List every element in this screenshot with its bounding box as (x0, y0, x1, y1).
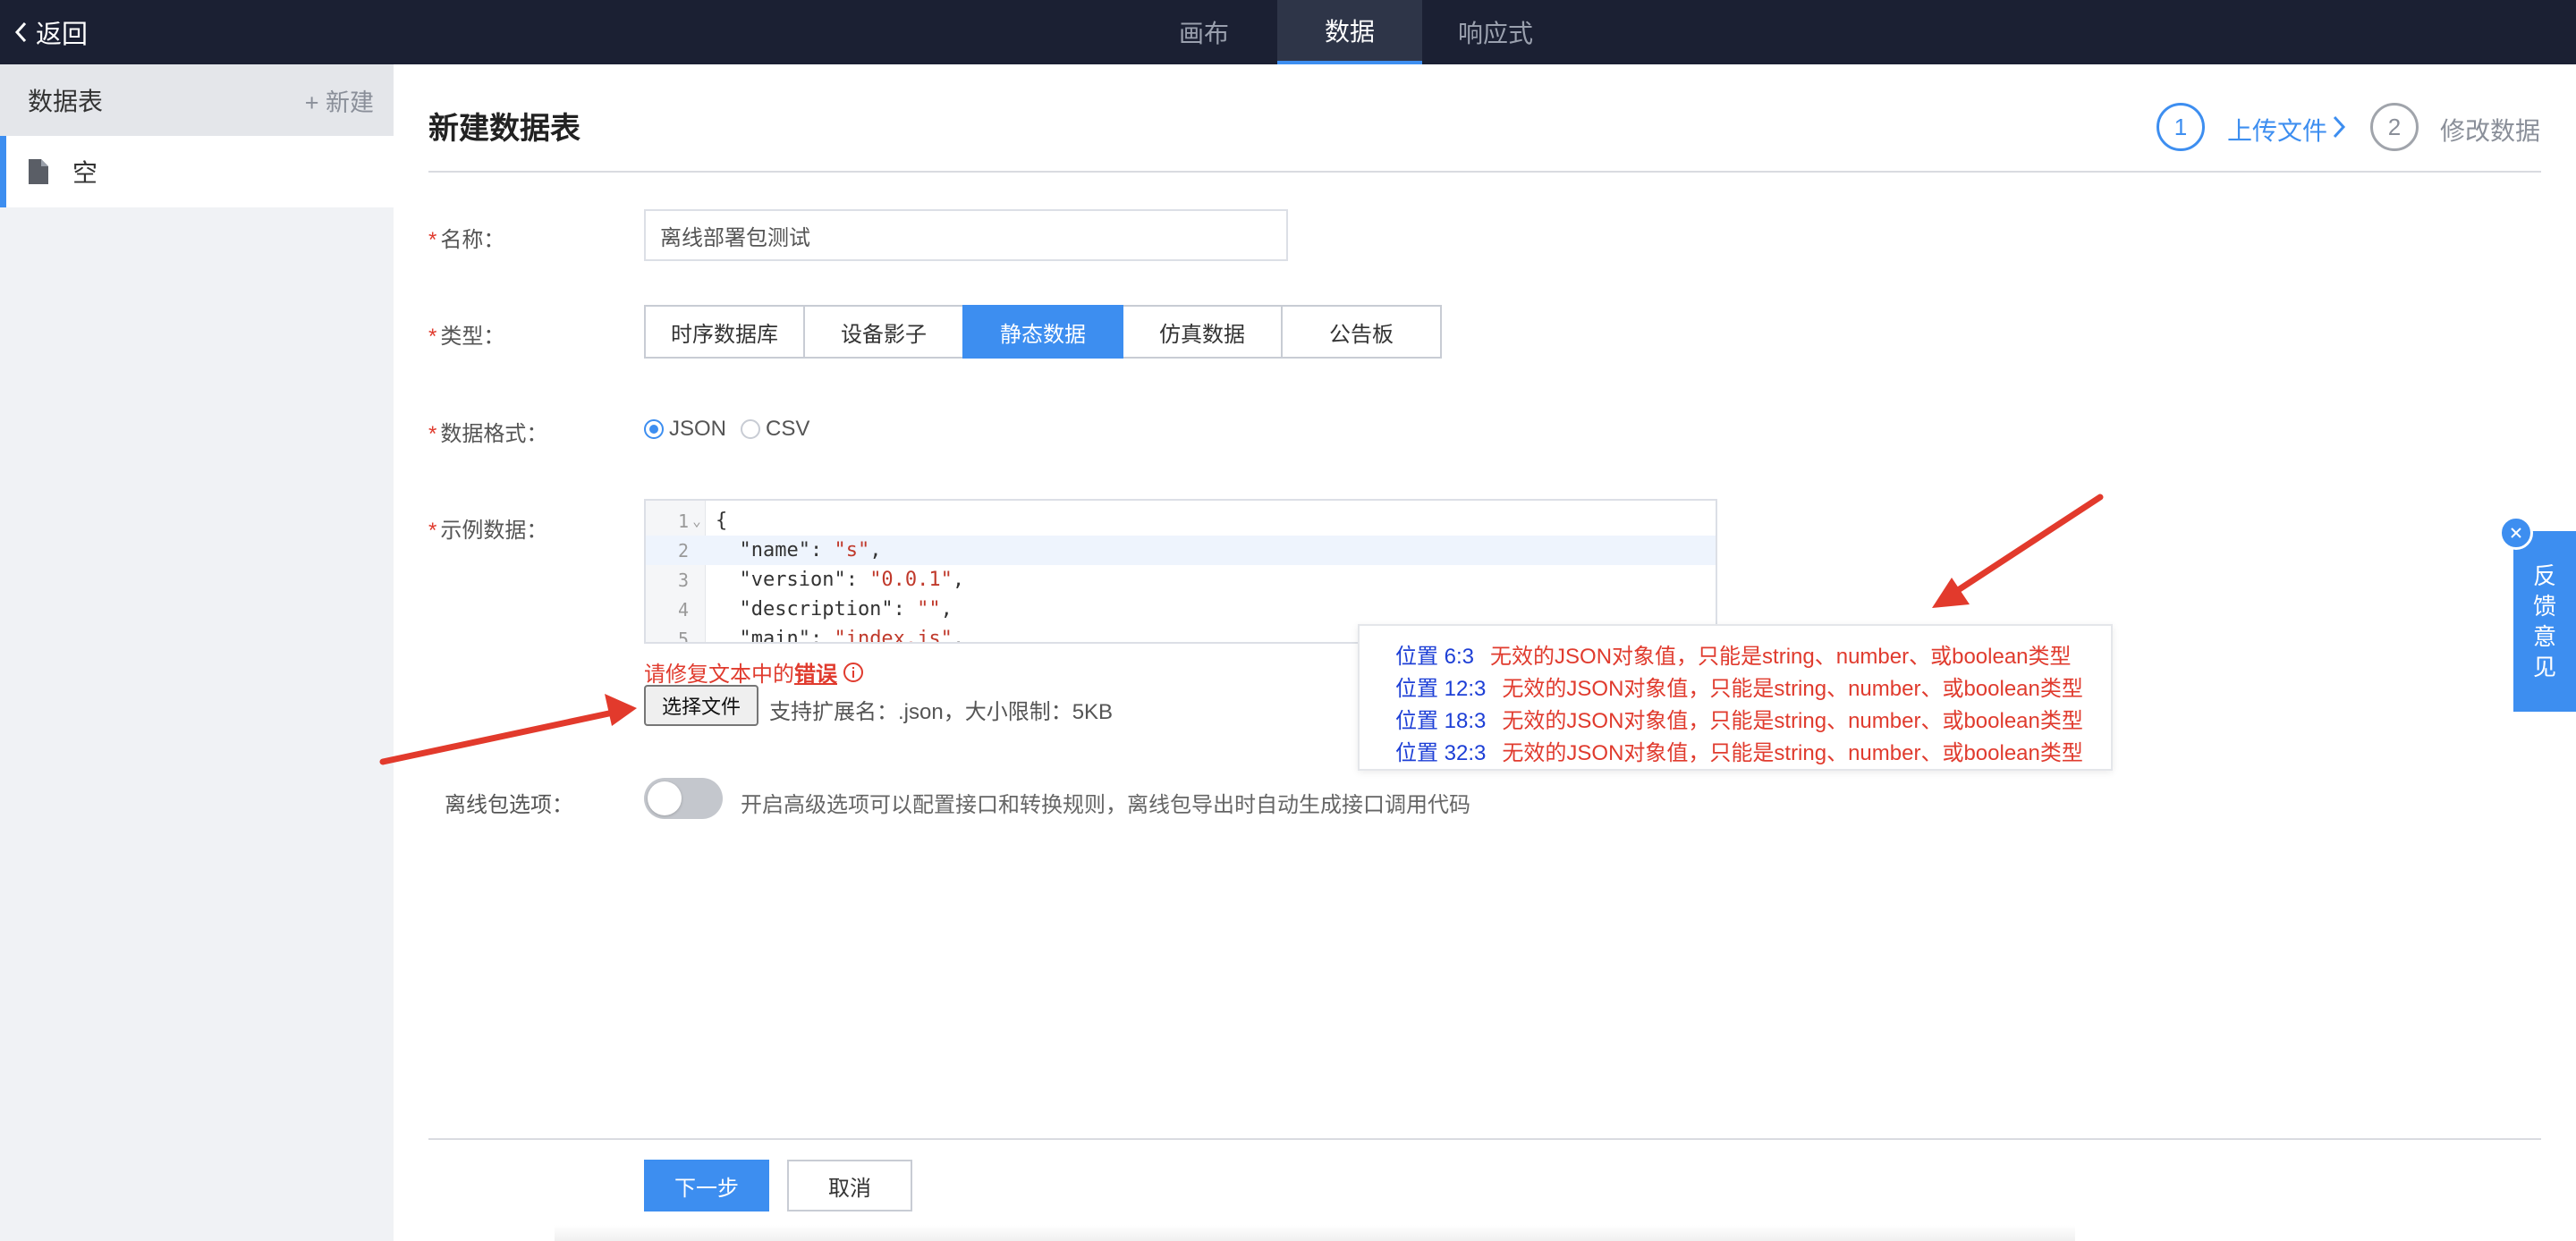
format-label: * 数据格式： (428, 422, 548, 446)
annotation-arrow-left (379, 694, 637, 765)
feedback-label: 反馈意见 (2533, 562, 2557, 680)
error-prefix: 请修复文本中的 (644, 663, 794, 687)
code-line: 4 "description": "", (677, 598, 953, 620)
type-option-simulation[interactable]: 仿真数据 (1122, 305, 1283, 359)
error-list-popup: 位置 6:3 无效的JSON对象值，只能是string、number、或boole… (1358, 624, 2113, 771)
fold-icon: ⌄ (692, 512, 701, 529)
close-icon (2511, 528, 2521, 538)
sidebar-item-empty[interactable]: 空 (0, 136, 394, 207)
type-label: * 类型： (428, 325, 505, 349)
feedback-close-button[interactable] (2499, 516, 2533, 550)
back-button[interactable]: 返回 (13, 0, 88, 64)
format-radio-csv[interactable]: CSV (741, 417, 809, 442)
info-icon (843, 662, 863, 682)
top-bar: 返回 画布 数据 响应式 (0, 0, 2576, 64)
name-label: * 名称： (428, 228, 505, 252)
error-link[interactable]: 错误 (794, 656, 837, 688)
toggle-knob (648, 781, 682, 815)
error-message: 请修复文本中的 错误 (644, 656, 864, 688)
chevron-right-icon (2333, 115, 2346, 139)
back-label: 返回 (36, 21, 89, 49)
next-button[interactable]: 下一步 (644, 1160, 769, 1211)
file-hint: 支持扩展名：.json，大小限制：5KB (769, 700, 1114, 724)
file-icon (29, 159, 48, 184)
format-json-label: JSON (669, 417, 727, 441)
sample-label: * 示例数据： (428, 519, 548, 543)
sample-data-editor[interactable]: 1 ⌄ { 2 "name": "s", 3 "version": "0.0.1"… (644, 499, 1717, 644)
radio-checked-icon (644, 419, 664, 439)
sidebar-title: 数据表 (28, 88, 104, 115)
format-radio-json[interactable]: JSON (644, 417, 726, 442)
code-line: 3 "version": "0.0.1", (677, 569, 965, 591)
sidebar-item-label: 空 (72, 159, 98, 187)
type-option-static[interactable]: 静态数据 (962, 305, 1123, 359)
offline-toggle[interactable] (644, 778, 723, 819)
type-option-bulletin[interactable]: 公告板 (1281, 305, 1442, 359)
step-2-number: 2 (2370, 103, 2419, 151)
radio-unchecked-icon (741, 419, 760, 439)
new-table-button[interactable]: + 新建 (305, 64, 374, 136)
offline-hint: 开启高级选项可以配置接口和转换规则，离线包导出时自动生成接口调用代码 (741, 793, 1470, 817)
title-divider (428, 171, 2541, 173)
sidebar: 数据表 + 新建 空 (0, 64, 394, 1241)
format-csv-label: CSV (766, 417, 810, 441)
step-1-number: 1 (2157, 103, 2205, 151)
code-line: 1 ⌄ { (677, 510, 728, 532)
tab-canvas[interactable]: 画布 (1131, 0, 1276, 64)
step-2-label: 修改数据 (2440, 117, 2541, 145)
choose-file-button[interactable]: 选择文件 (644, 685, 758, 726)
annotation-arrow-right (1932, 494, 2104, 608)
type-option-timeseries[interactable]: 时序数据库 (644, 305, 805, 359)
tab-data[interactable]: 数据 (1277, 0, 1422, 64)
bottom-shadow (555, 1225, 2075, 1241)
offline-label: 离线包选项： (445, 793, 573, 817)
name-input[interactable] (644, 209, 1288, 261)
page-title: 新建数据表 (428, 112, 580, 146)
step-1-label: 上传文件 (2227, 117, 2328, 145)
code-line: 2 "name": "s", (646, 536, 1716, 565)
error-row: 位置 32:3 无效的JSON对象值，只能是string、number、或bool… (1395, 741, 2083, 765)
tab-responsive[interactable]: 响应式 (1423, 0, 1568, 64)
error-row: 位置 6:3 无效的JSON对象值，只能是string、number、或boole… (1395, 645, 2072, 669)
type-selector: 时序数据库 设备影子 静态数据 仿真数据 公告板 (644, 305, 1442, 359)
chevron-left-icon (14, 21, 27, 43)
type-option-device-shadow[interactable]: 设备影子 (803, 305, 964, 359)
feedback-button[interactable]: 反馈意见 (2513, 531, 2576, 712)
cancel-button[interactable]: 取消 (787, 1160, 912, 1211)
error-row: 位置 18:3 无效的JSON对象值，只能是string、number、或bool… (1395, 709, 2083, 733)
sidebar-header: 数据表 + 新建 (0, 64, 394, 136)
error-row: 位置 12:3 无效的JSON对象值，只能是string、number、或bool… (1395, 677, 2083, 701)
footer-divider (428, 1138, 2541, 1140)
